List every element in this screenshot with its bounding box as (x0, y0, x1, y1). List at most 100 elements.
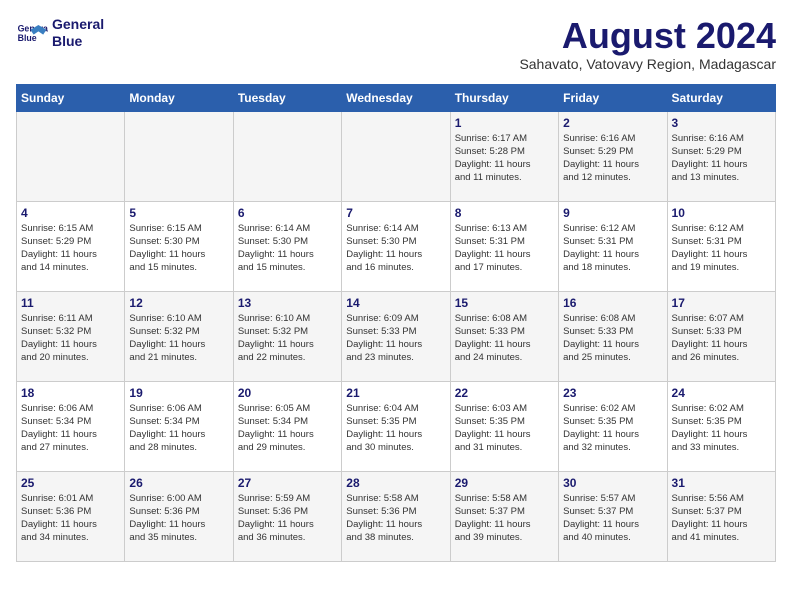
calendar-cell: 29 Sunrise: 5:58 AMSunset: 5:37 PMDayligh… (450, 471, 558, 561)
day-info: Sunrise: 6:00 AMSunset: 5:36 PMDaylight:… (129, 492, 228, 545)
calendar-cell: 22 Sunrise: 6:03 AMSunset: 5:35 PMDayligh… (450, 381, 558, 471)
day-number: 11 (21, 296, 120, 310)
day-info: Sunrise: 5:57 AMSunset: 5:37 PMDaylight:… (563, 492, 662, 545)
calendar-cell: 21 Sunrise: 6:04 AMSunset: 5:35 PMDayligh… (342, 381, 450, 471)
location-subtitle: Sahavato, Vatovavy Region, Madagascar (519, 56, 776, 72)
day-number: 19 (129, 386, 228, 400)
day-info: Sunrise: 6:17 AMSunset: 5:28 PMDaylight:… (455, 132, 554, 185)
day-number: 6 (238, 206, 337, 220)
col-header-thursday: Thursday (450, 84, 558, 111)
day-number: 8 (455, 206, 554, 220)
day-info: Sunrise: 5:59 AMSunset: 5:36 PMDaylight:… (238, 492, 337, 545)
calendar-cell (125, 111, 233, 201)
svg-text:Blue: Blue (18, 33, 37, 43)
calendar-cell: 6 Sunrise: 6:14 AMSunset: 5:30 PMDaylight… (233, 201, 341, 291)
page-header: General Blue General Blue August 2024 Sa… (16, 16, 776, 72)
day-info: Sunrise: 6:06 AMSunset: 5:34 PMDaylight:… (21, 402, 120, 455)
calendar-cell: 24 Sunrise: 6:02 AMSunset: 5:35 PMDayligh… (667, 381, 775, 471)
day-number: 16 (563, 296, 662, 310)
day-info: Sunrise: 6:08 AMSunset: 5:33 PMDaylight:… (563, 312, 662, 365)
calendar-cell: 18 Sunrise: 6:06 AMSunset: 5:34 PMDayligh… (17, 381, 125, 471)
calendar-cell: 25Sunrise: 6:01 AMSunset: 5:36 PMDayligh… (17, 471, 125, 561)
calendar-cell: 27 Sunrise: 5:59 AMSunset: 5:36 PMDayligh… (233, 471, 341, 561)
day-info: Sunrise: 6:04 AMSunset: 5:35 PMDaylight:… (346, 402, 445, 455)
day-number: 7 (346, 206, 445, 220)
day-number: 23 (563, 386, 662, 400)
day-number: 17 (672, 296, 771, 310)
logo-text: General Blue (52, 16, 104, 50)
logo-icon: General Blue (16, 17, 48, 49)
day-info: Sunrise: 6:05 AMSunset: 5:34 PMDaylight:… (238, 402, 337, 455)
day-number: 30 (563, 476, 662, 490)
calendar-cell: 23 Sunrise: 6:02 AMSunset: 5:35 PMDayligh… (559, 381, 667, 471)
calendar-cell: 17 Sunrise: 6:07 AMSunset: 5:33 PMDayligh… (667, 291, 775, 381)
day-number: 13 (238, 296, 337, 310)
day-info: Sunrise: 6:14 AMSunset: 5:30 PMDaylight:… (346, 222, 445, 275)
day-info: Sunrise: 6:14 AMSunset: 5:30 PMDaylight:… (238, 222, 337, 275)
day-number: 3 (672, 116, 771, 130)
day-info: Sunrise: 6:03 AMSunset: 5:35 PMDaylight:… (455, 402, 554, 455)
calendar-cell (17, 111, 125, 201)
day-info: Sunrise: 6:16 AMSunset: 5:29 PMDaylight:… (672, 132, 771, 185)
calendar-cell (233, 111, 341, 201)
day-info: Sunrise: 6:15 AMSunset: 5:30 PMDaylight:… (129, 222, 228, 275)
calendar-cell: 14Sunrise: 6:09 AMSunset: 5:33 PMDayligh… (342, 291, 450, 381)
day-info: Sunrise: 6:06 AMSunset: 5:34 PMDaylight:… (129, 402, 228, 455)
calendar-cell: 28Sunrise: 5:58 AMSunset: 5:36 PMDayligh… (342, 471, 450, 561)
calendar-cell: 4Sunrise: 6:15 AMSunset: 5:29 PMDaylight… (17, 201, 125, 291)
calendar-cell: 7 Sunrise: 6:14 AMSunset: 5:30 PMDaylight… (342, 201, 450, 291)
calendar-week-row: 11 Sunrise: 6:11 AMSunset: 5:32 PMDayligh… (17, 291, 776, 381)
day-info: Sunrise: 6:02 AMSunset: 5:35 PMDaylight:… (672, 402, 771, 455)
day-info: Sunrise: 6:07 AMSunset: 5:33 PMDaylight:… (672, 312, 771, 365)
calendar-cell: 20 Sunrise: 6:05 AMSunset: 5:34 PMDayligh… (233, 381, 341, 471)
day-info: Sunrise: 6:10 AMSunset: 5:32 PMDaylight:… (238, 312, 337, 365)
day-number: 12 (129, 296, 228, 310)
calendar-cell: 13 Sunrise: 6:10 AMSunset: 5:32 PMDayligh… (233, 291, 341, 381)
calendar-cell: 3 Sunrise: 6:16 AMSunset: 5:29 PMDaylight… (667, 111, 775, 201)
day-number: 20 (238, 386, 337, 400)
day-info: Sunrise: 6:01 AMSunset: 5:36 PMDaylight:… (21, 492, 120, 545)
col-header-tuesday: Tuesday (233, 84, 341, 111)
col-header-friday: Friday (559, 84, 667, 111)
day-info: Sunrise: 6:13 AMSunset: 5:31 PMDaylight:… (455, 222, 554, 275)
day-number: 14 (346, 296, 445, 310)
logo: General Blue General Blue (16, 16, 104, 50)
calendar-cell: 26 Sunrise: 6:00 AMSunset: 5:36 PMDayligh… (125, 471, 233, 561)
day-number: 15 (455, 296, 554, 310)
col-header-sunday: Sunday (17, 84, 125, 111)
calendar-cell (342, 111, 450, 201)
day-info: Sunrise: 6:12 AMSunset: 5:31 PMDaylight:… (563, 222, 662, 275)
day-info: Sunrise: 6:11 AMSunset: 5:32 PMDaylight:… (21, 312, 120, 365)
title-block: August 2024 Sahavato, Vatovavy Region, M… (519, 16, 776, 72)
calendar-cell: 15Sunrise: 6:08 AMSunset: 5:33 PMDayligh… (450, 291, 558, 381)
calendar-week-row: 25Sunrise: 6:01 AMSunset: 5:36 PMDayligh… (17, 471, 776, 561)
day-number: 1 (455, 116, 554, 130)
day-info: Sunrise: 6:12 AMSunset: 5:31 PMDaylight:… (672, 222, 771, 275)
day-number: 21 (346, 386, 445, 400)
calendar-week-row: 18 Sunrise: 6:06 AMSunset: 5:34 PMDayligh… (17, 381, 776, 471)
calendar-week-row: 4Sunrise: 6:15 AMSunset: 5:29 PMDaylight… (17, 201, 776, 291)
day-number: 5 (129, 206, 228, 220)
month-year-title: August 2024 (519, 16, 776, 56)
day-number: 27 (238, 476, 337, 490)
day-info: Sunrise: 5:56 AMSunset: 5:37 PMDaylight:… (672, 492, 771, 545)
day-info: Sunrise: 5:58 AMSunset: 5:37 PMDaylight:… (455, 492, 554, 545)
col-header-saturday: Saturday (667, 84, 775, 111)
calendar-cell: 2 Sunrise: 6:16 AMSunset: 5:29 PMDaylight… (559, 111, 667, 201)
day-number: 2 (563, 116, 662, 130)
calendar-cell: 1 Sunrise: 6:17 AMSunset: 5:28 PMDaylight… (450, 111, 558, 201)
calendar-cell: 5 Sunrise: 6:15 AMSunset: 5:30 PMDaylight… (125, 201, 233, 291)
calendar-cell: 16 Sunrise: 6:08 AMSunset: 5:33 PMDayligh… (559, 291, 667, 381)
calendar-cell: 19 Sunrise: 6:06 AMSunset: 5:34 PMDayligh… (125, 381, 233, 471)
calendar-week-row: 1 Sunrise: 6:17 AMSunset: 5:28 PMDaylight… (17, 111, 776, 201)
day-info: Sunrise: 6:10 AMSunset: 5:32 PMDaylight:… (129, 312, 228, 365)
day-number: 18 (21, 386, 120, 400)
calendar-cell: 30 Sunrise: 5:57 AMSunset: 5:37 PMDayligh… (559, 471, 667, 561)
day-info: Sunrise: 6:16 AMSunset: 5:29 PMDaylight:… (563, 132, 662, 185)
day-info: Sunrise: 6:02 AMSunset: 5:35 PMDaylight:… (563, 402, 662, 455)
day-number: 22 (455, 386, 554, 400)
calendar-cell: 31Sunrise: 5:56 AMSunset: 5:37 PMDayligh… (667, 471, 775, 561)
day-number: 26 (129, 476, 228, 490)
day-number: 29 (455, 476, 554, 490)
day-number: 24 (672, 386, 771, 400)
